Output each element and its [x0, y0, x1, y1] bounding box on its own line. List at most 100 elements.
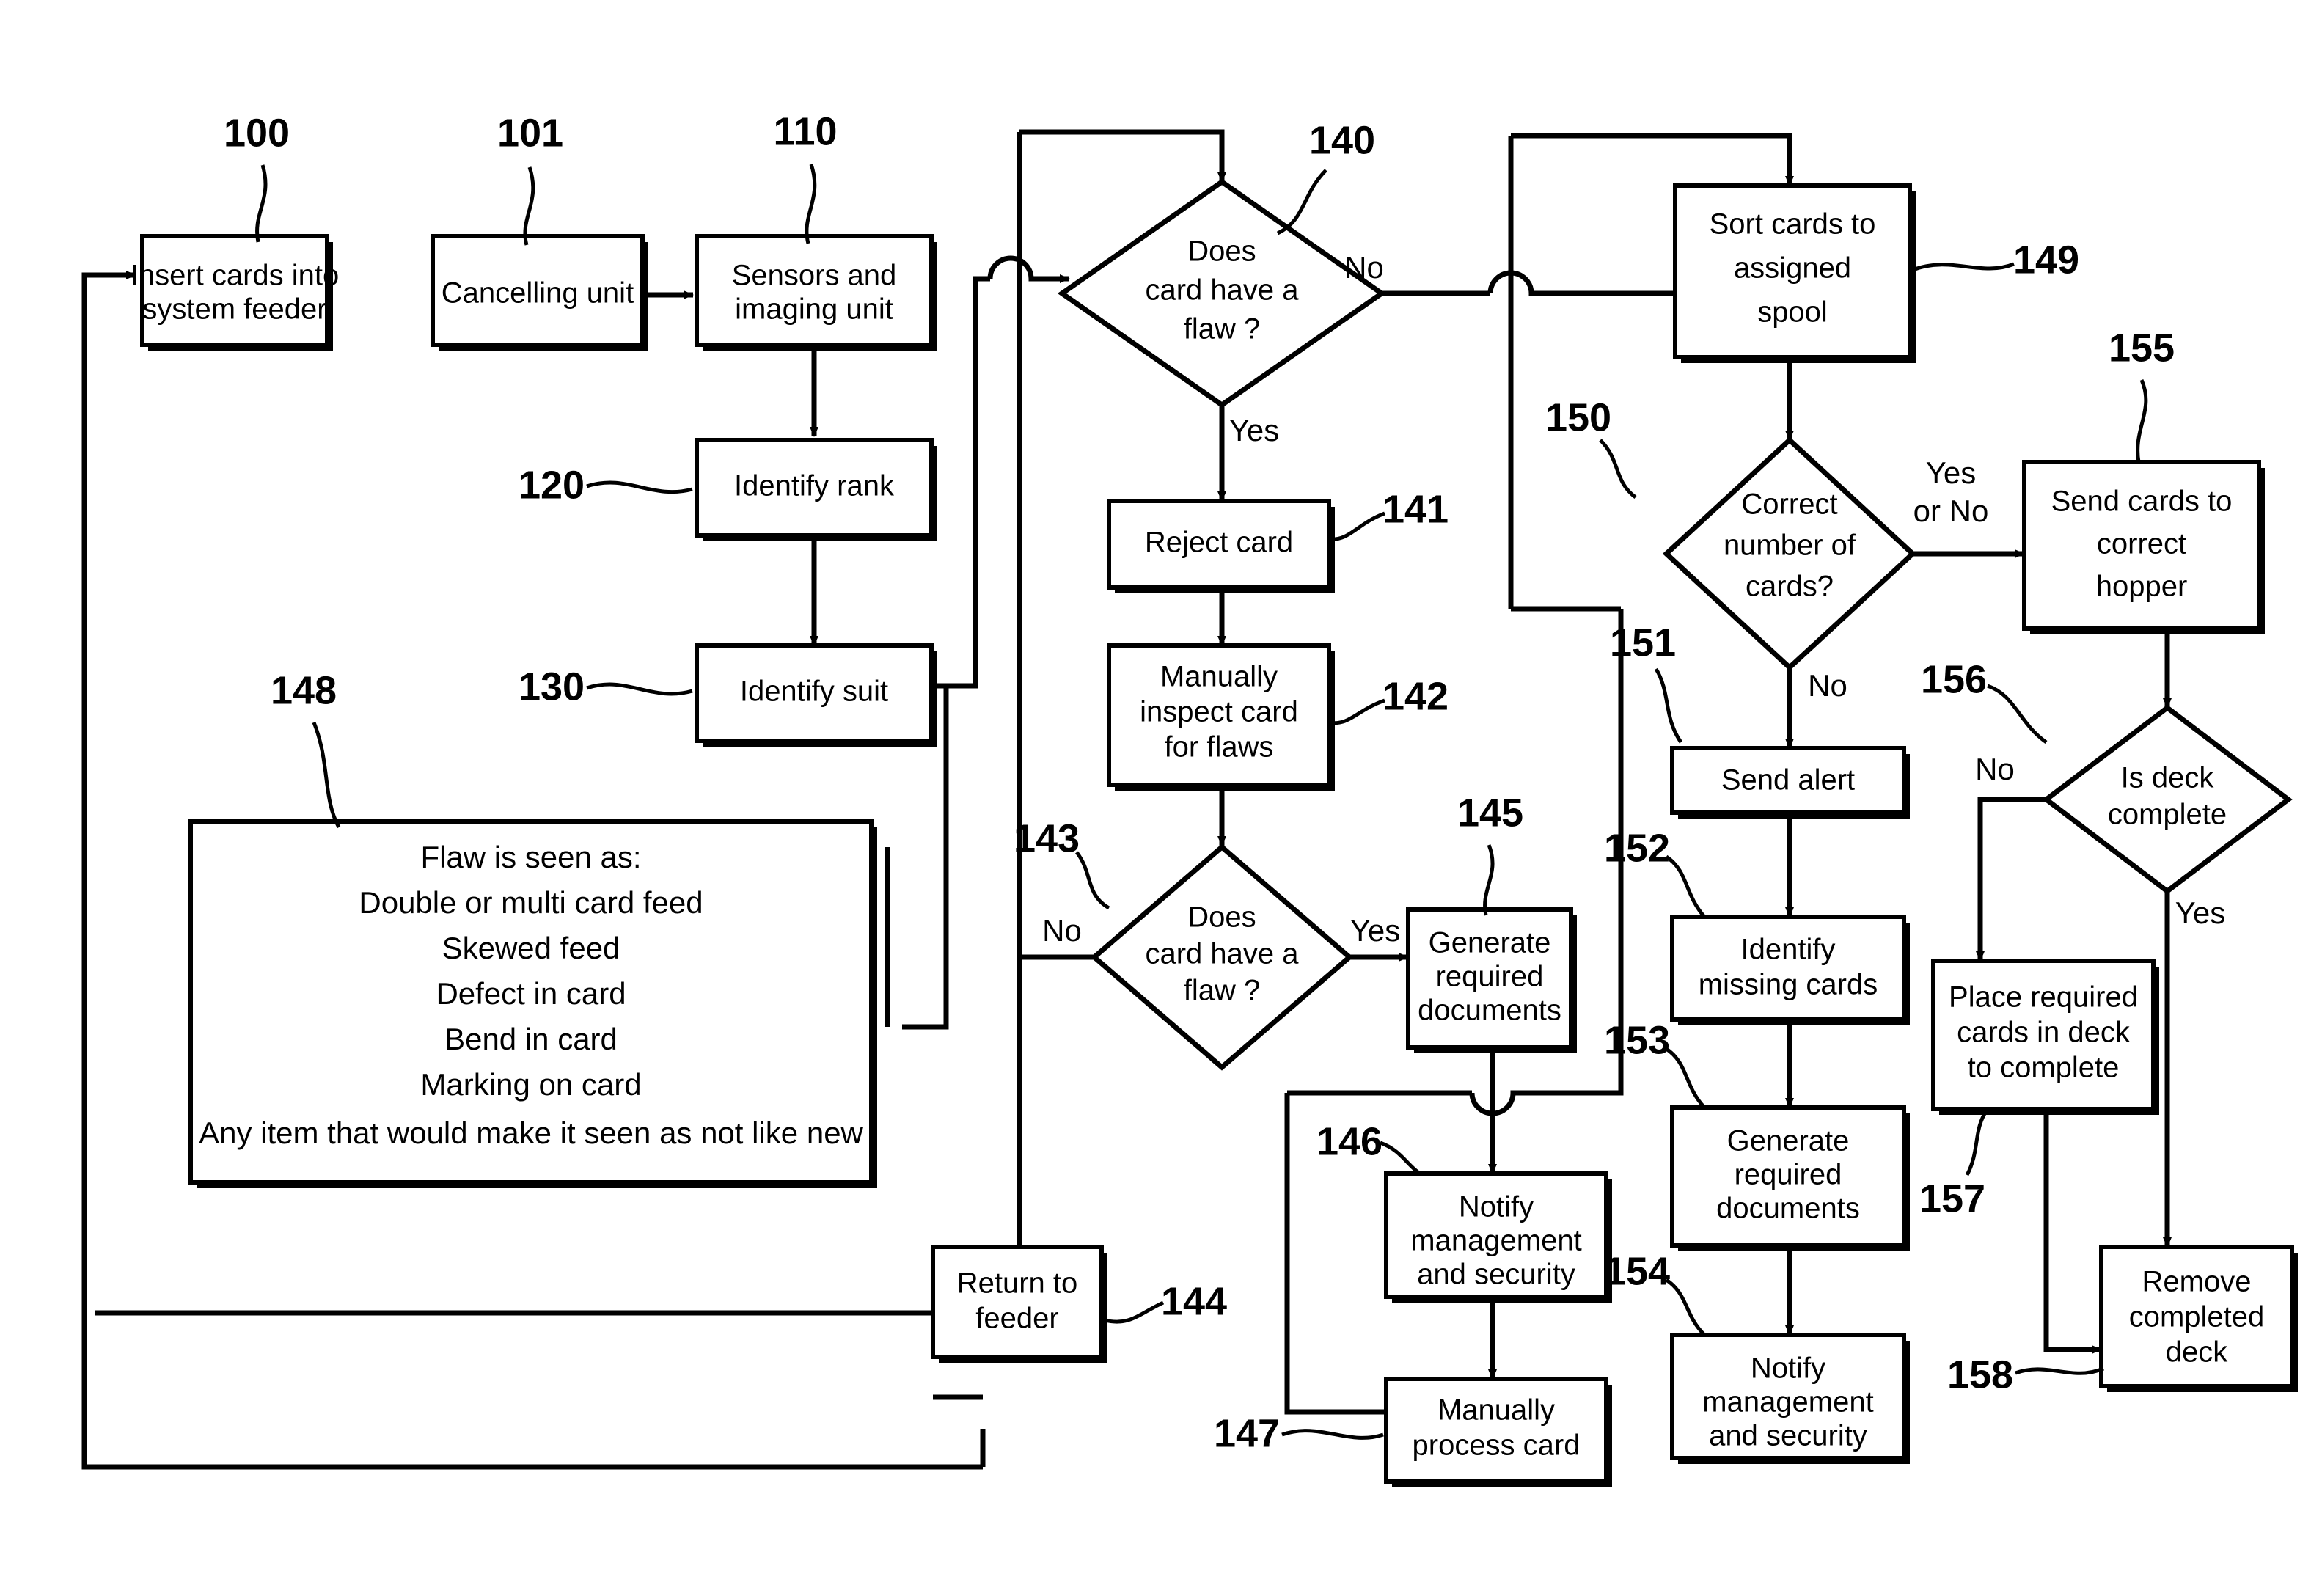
node-identify-suit[interactable]: Identify suit: [695, 643, 937, 747]
node-text-line: Identify: [1741, 934, 1836, 966]
leader-146: [1380, 1141, 1421, 1176]
leader-101: [523, 166, 535, 246]
node-text-line: complete: [2108, 799, 2227, 831]
ref-numeral-157: 157: [1919, 1176, 1985, 1220]
edge-label-156-no: No: [1975, 752, 2015, 786]
leader-130: [586, 682, 693, 696]
note-line: Any item that would make it seen as not …: [199, 1116, 863, 1150]
node-text-line: card have a: [1145, 938, 1299, 970]
node-text-line: spool: [1757, 296, 1828, 329]
edge-156-no: [1976, 797, 2054, 962]
leader-141: [1328, 511, 1385, 541]
ref-numeral-140: 140: [1309, 118, 1375, 162]
leader-142: [1328, 698, 1385, 725]
edge-157-158: [2043, 1115, 2102, 1354]
ref-numeral-147: 147: [1214, 1411, 1280, 1455]
node-notify-management-2[interactable]: Notify management and security: [1670, 1333, 1910, 1464]
node-insert-cards[interactable]: Insert cards into system feeder: [131, 234, 340, 351]
node-reject-card[interactable]: Reject card: [1107, 499, 1335, 593]
node-text-line: documents: [1716, 1193, 1860, 1225]
node-text-line: Identify suit: [740, 676, 888, 708]
node-text-line: Identify rank: [734, 470, 895, 502]
ref-numeral-130: 130: [519, 665, 585, 709]
ref-numeral-156: 156: [1921, 657, 1987, 701]
edge-149-feed-top: [1511, 133, 1794, 186]
note-line: Flaw is seen as:: [420, 840, 641, 874]
node-text-line: process card: [1413, 1430, 1581, 1462]
node-text-line: inspect card: [1140, 696, 1298, 728]
node-text-line: Cancelling unit: [442, 277, 634, 310]
note-line: Marking on card: [420, 1067, 641, 1102]
leader-150: [1599, 439, 1637, 499]
node-text-line: flaw ?: [1184, 975, 1261, 1007]
node-decision-flaw-1[interactable]: Does card have a flaw ?: [1057, 178, 1387, 409]
leader-156: [1987, 684, 2048, 744]
note-line: Bend in card: [444, 1022, 618, 1056]
flowchart-diagram: Insert cards into system feeder Cancelli…: [81, 109, 2298, 1487]
node-cancelling-unit[interactable]: Cancelling unit: [431, 234, 648, 351]
edge-label-140-no: No: [1344, 250, 1384, 285]
node-text-line: system feeder: [142, 293, 326, 326]
node-text-line: Place required: [1949, 981, 2138, 1014]
ref-numeral-143: 143: [1014, 816, 1080, 860]
node-sort-cards-spool[interactable]: Sort cards to assigned spool: [1673, 183, 1916, 363]
patent-figure-sheet: Insert cards into system feeder Cancelli…: [0, 0, 2311, 1596]
node-text-line: feeder: [975, 1303, 1058, 1335]
node-return-to-feeder[interactable]: Return to feeder: [931, 1245, 1107, 1363]
node-remove-completed-deck[interactable]: Remove completed deck: [2099, 1245, 2298, 1392]
edge-return-into-140: [1019, 129, 1226, 183]
node-identify-missing-cards[interactable]: Identify missing cards: [1670, 915, 1910, 1025]
node-text-line: documents: [1418, 995, 1561, 1027]
ref-numeral-148: 148: [271, 668, 337, 712]
node-decision-deck-complete[interactable]: Is deck complete: [2042, 704, 2293, 895]
ref-numeral-155: 155: [2109, 326, 2175, 370]
note-line: Double or multi card feed: [359, 885, 703, 920]
node-text-line: and security: [1709, 1420, 1867, 1452]
node-text-line: Correct: [1741, 488, 1837, 521]
leader-151: [1654, 667, 1683, 744]
node-text-line: Notify: [1459, 1191, 1534, 1223]
node-text-line: completed: [2129, 1301, 2265, 1333]
node-sensors-imaging[interactable]: Sensors and imaging unit: [695, 234, 937, 351]
node-identify-rank[interactable]: Identify rank: [695, 438, 937, 541]
node-text-line: to complete: [1968, 1052, 2120, 1084]
node-text-line: card have a: [1145, 274, 1299, 307]
node-decision-flaw-2[interactable]: Does card have a flaw ?: [1090, 843, 1354, 1071]
node-send-alert[interactable]: Send alert: [1670, 746, 1910, 819]
node-generate-documents-1[interactable]: Generate required documents: [1406, 907, 1577, 1053]
node-text-line: Manually: [1160, 661, 1278, 693]
edge-140-no-b: [1487, 270, 1688, 298]
ref-numeral-144: 144: [1161, 1279, 1227, 1323]
leader-155: [2136, 379, 2148, 463]
ref-numeral-158: 158: [1947, 1352, 2013, 1396]
node-text-line: deck: [2166, 1336, 2228, 1369]
node-text-line: Send alert: [1721, 764, 1855, 797]
leader-145: [1483, 844, 1495, 916]
edge-label-150-no: No: [1808, 668, 1847, 703]
node-text-line: required: [1436, 961, 1544, 993]
node-text-line: Does: [1187, 901, 1256, 934]
ref-numeral-149: 149: [2013, 238, 2079, 282]
node-manually-process-card[interactable]: Manually process card: [1384, 1377, 1612, 1487]
node-send-correct-hopper[interactable]: Send cards to correct hopper: [2022, 460, 2265, 634]
node-text-line: Insert cards into: [131, 260, 340, 292]
node-place-required-cards[interactable]: Place required cards in deck to complete: [1931, 959, 2159, 1115]
node-decision-correct-number[interactable]: Correct number of cards?: [1662, 436, 1917, 671]
note-line: Defect in card: [436, 976, 626, 1011]
node-generate-documents-2[interactable]: Generate required documents: [1670, 1105, 1910, 1251]
leader-144: [1104, 1300, 1165, 1324]
node-text-line: Sort cards to: [1710, 208, 1876, 241]
node-manually-inspect[interactable]: Manually inspect card for flaws: [1107, 643, 1335, 791]
ref-numeral-150: 150: [1545, 395, 1611, 439]
node-text-line: Send cards to: [2051, 486, 2233, 518]
ref-numeral-100: 100: [224, 111, 290, 155]
node-text-line: Generate: [1429, 927, 1551, 959]
edge-label-156-yes: Yes: [2175, 896, 2226, 930]
ref-numeral-153: 153: [1604, 1018, 1670, 1062]
node-notify-management-1[interactable]: Notify management and security: [1384, 1171, 1612, 1303]
node-text-line: for flaws: [1165, 731, 1274, 764]
ref-numeral-141: 141: [1382, 487, 1449, 531]
node-text-line: Sensors and: [732, 260, 897, 292]
node-text-line: Generate: [1727, 1125, 1850, 1157]
edge-label-143-yes: Yes: [1350, 913, 1401, 948]
